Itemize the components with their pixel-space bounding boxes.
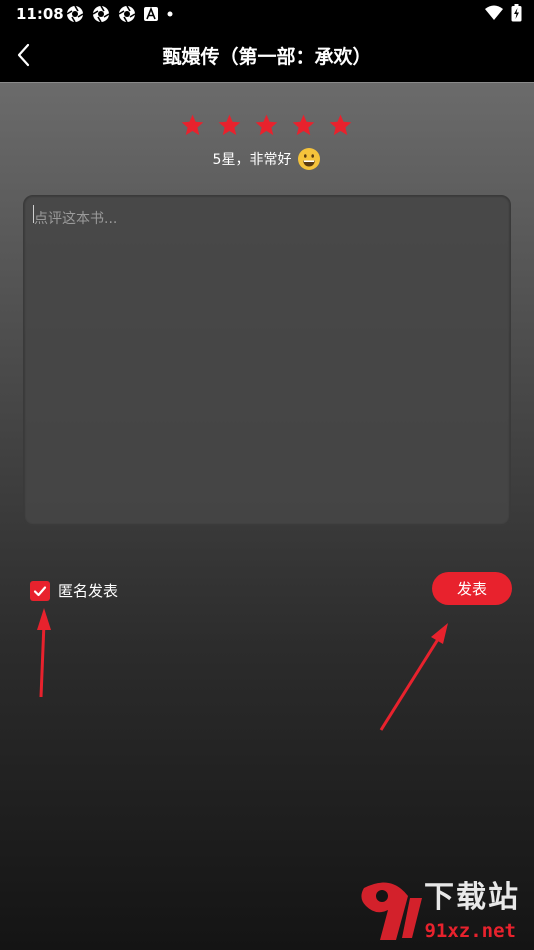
aperture-icon — [118, 5, 136, 23]
status-bar: 11:08 — [0, 0, 534, 28]
wifi-icon — [485, 5, 503, 20]
watermark: 下载站 91xz.net — [356, 880, 528, 946]
watermark-text-bottom: 91xz.net — [424, 920, 516, 942]
watermark-logo-icon — [361, 882, 422, 940]
aperture-icon — [66, 5, 84, 23]
star-icon[interactable] — [217, 113, 242, 138]
star-icon[interactable] — [291, 113, 316, 138]
star-icon[interactable] — [328, 113, 353, 138]
review-content: 5星，非常好 匿名发表 发表 — [0, 83, 534, 950]
review-box — [23, 195, 511, 526]
aperture-icon — [92, 5, 110, 23]
dot-icon — [167, 11, 173, 17]
battery-charging-icon — [511, 4, 522, 22]
rating-text: 5星，非常好 — [212, 152, 292, 168]
app-bar: 甄嬛传（第一部：承欢） — [0, 28, 534, 83]
anonymous-label: 匿名发表 — [58, 582, 119, 600]
anonymous-toggle[interactable]: 匿名发表 — [30, 580, 118, 601]
font-a-icon — [144, 7, 158, 21]
status-time: 11:08 — [16, 5, 64, 23]
text-caret — [33, 205, 34, 223]
star-rating[interactable] — [180, 113, 353, 138]
arrow-to-submit-icon — [379, 623, 448, 731]
star-icon[interactable] — [180, 113, 205, 138]
review-input[interactable] — [32, 206, 506, 520]
submit-button[interactable]: 发表 — [432, 572, 512, 605]
anonymous-checkbox[interactable] — [30, 580, 50, 601]
grinning-face-icon — [298, 148, 321, 170]
watermark-text-top: 下载站 — [424, 880, 520, 915]
page-title: 甄嬛传（第一部：承欢） — [162, 46, 372, 68]
rating-summary: 5星，非常好 — [0, 147, 534, 171]
arrow-to-checkbox-icon — [37, 608, 51, 698]
status-icons-right — [485, 4, 522, 22]
checkmark-icon — [33, 585, 47, 596]
star-icon[interactable] — [254, 113, 279, 138]
status-icons-left — [66, 5, 174, 23]
